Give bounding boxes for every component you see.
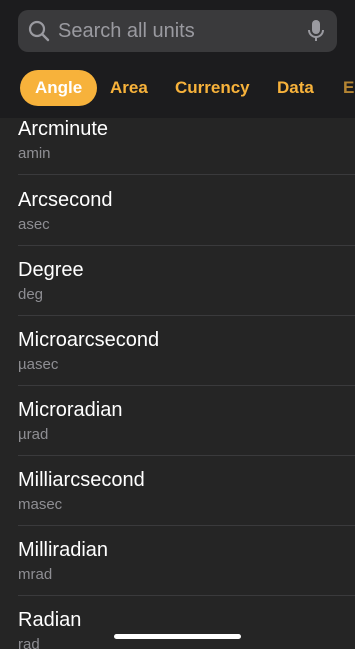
tab-currency[interactable]: Currency xyxy=(160,70,265,106)
search-icon xyxy=(28,20,50,42)
tab-data[interactable]: Data xyxy=(262,70,329,106)
tab-angle[interactable]: Angle xyxy=(20,70,98,106)
home-indicator xyxy=(114,634,241,639)
unit-abbr: masec xyxy=(18,496,63,513)
unit-name: Radian xyxy=(18,609,82,631)
top-bar: Search all units Angle Area Currency Dat… xyxy=(0,0,355,118)
search-field[interactable]: Search all units xyxy=(18,10,337,52)
unit-row-radian[interactable]: Radian rad xyxy=(18,596,355,649)
unit-row-degree[interactable]: Degree deg xyxy=(18,246,355,316)
category-tabs: Angle Area Currency Data E xyxy=(0,70,355,106)
unit-name: Milliradian xyxy=(18,539,109,561)
tab-area[interactable]: Area xyxy=(95,70,163,106)
unit-row-arcsecond[interactable]: Arcsecond asec xyxy=(18,176,355,246)
unit-row-milliarcsecond[interactable]: Milliarcsecond masec xyxy=(18,456,355,526)
unit-abbr: deg xyxy=(18,286,44,303)
unit-list: Arcminute amin Arcsecond asec Degree deg… xyxy=(0,105,355,649)
unit-abbr: rad xyxy=(18,636,40,649)
search-placeholder[interactable]: Search all units xyxy=(58,20,307,43)
unit-row-microradian[interactable]: Microradian µrad xyxy=(18,386,355,456)
unit-name: Arcsecond xyxy=(18,189,113,211)
unit-name: Degree xyxy=(18,259,84,281)
unit-name: Arcminute xyxy=(18,118,109,140)
unit-abbr: asec xyxy=(18,216,50,233)
unit-row-milliradian[interactable]: Milliradian mrad xyxy=(18,526,355,596)
unit-abbr: mrad xyxy=(18,566,53,583)
unit-name: Microarcsecond xyxy=(18,329,160,351)
unit-row-microarcsecond[interactable]: Microarcsecond µasec xyxy=(18,316,355,386)
microphone-icon[interactable] xyxy=(307,19,325,43)
unit-name: Milliarcsecond xyxy=(18,469,145,491)
unit-abbr: µasec xyxy=(18,356,59,373)
unit-name: Microradian xyxy=(18,399,123,421)
tab-partial[interactable]: E xyxy=(328,70,355,106)
unit-abbr: µrad xyxy=(18,426,49,443)
unit-abbr: amin xyxy=(18,145,51,162)
